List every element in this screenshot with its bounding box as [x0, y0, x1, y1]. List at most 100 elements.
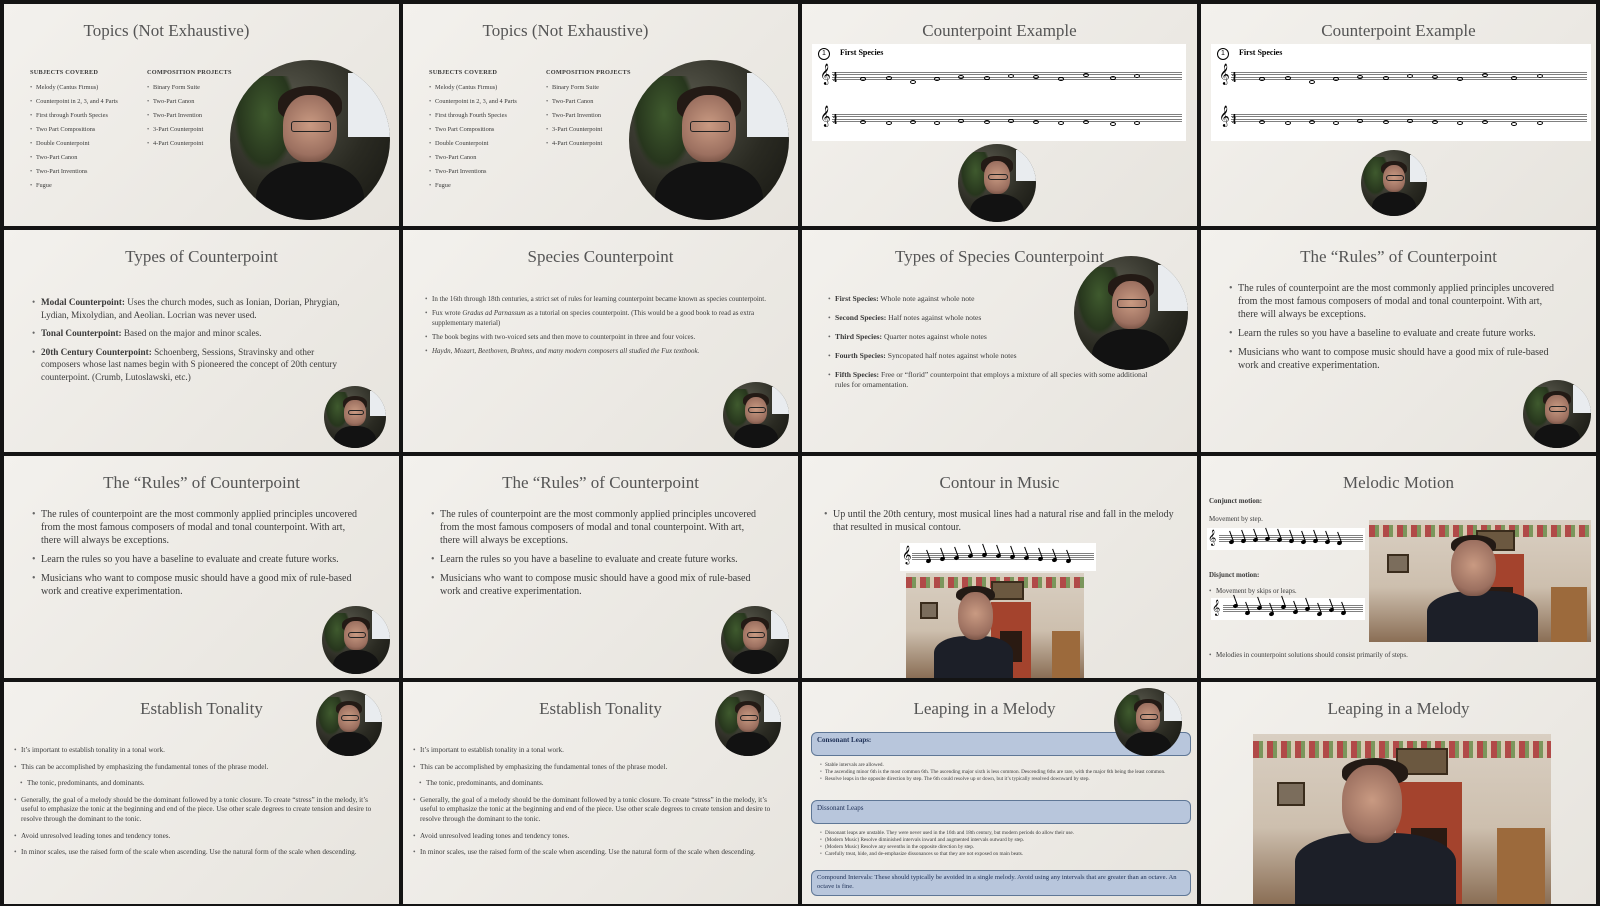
list-item: Haydn, Mozart, Beethoven, Brahms, and ma… [425, 346, 773, 356]
time-signature-icon: 44 [833, 114, 838, 126]
whole-note-icon [1083, 120, 1089, 124]
list-item: Generally, the goal of a melody should b… [14, 796, 384, 825]
list-item: The tonic, predominants, and dominants. [20, 779, 384, 789]
list-item: Stable intervals are allowed. [820, 762, 1180, 769]
bullet-list: In the 16th through 18th centuries, a st… [425, 294, 773, 360]
slide-title: The “Rules” of Counterpoint [1300, 247, 1497, 266]
webcam-circle [316, 690, 382, 756]
whole-note-icon [1457, 77, 1463, 81]
list-item: The ascending minor 6th is the most comm… [820, 769, 1180, 776]
webcam-circle [629, 60, 789, 220]
whole-note-icon [984, 120, 990, 124]
list-item: Generally, the goal of a melody should b… [413, 796, 783, 825]
whole-note-icon [934, 121, 940, 125]
webcam-circle [1074, 256, 1188, 370]
slide-counterpoint-example-1[interactable]: Counterpoint Example 1 First Species 𝄞 4… [802, 4, 1197, 226]
list-item: In minor scales, use the raised form of … [14, 848, 384, 858]
whole-note-icon [1058, 121, 1064, 125]
whole-note-icon [1033, 120, 1039, 124]
slide-title: Contour in Music [939, 473, 1060, 492]
quarter-note-icon [1340, 610, 1347, 616]
definition: Half notes against whole notes [886, 313, 982, 322]
consonant-heading: Consonant Leaps: [817, 736, 872, 744]
subjects-column: SUBJECTS COVERED Melody (Cantus Firmus) … [30, 68, 140, 195]
slide-establish-tonality-2[interactable]: Establish Tonality It’s important to est… [403, 682, 798, 904]
list-item: Counterpoint in 2, 3, and 4 Parts [30, 97, 140, 106]
quarter-note-icon [1324, 539, 1331, 545]
slide-contour[interactable]: Contour in Music Up until the 20th centu… [802, 456, 1197, 678]
term: First Species: [835, 294, 879, 303]
list-item: Fugue [30, 181, 140, 190]
whole-note-icon [1333, 121, 1339, 125]
list-item: Modal Counterpoint: Uses the church mode… [32, 296, 350, 321]
list-item: Two-Part Canon [30, 153, 140, 162]
treble-clef-icon: 𝄞 [820, 64, 831, 85]
slide-topics-1[interactable]: Topics (Not Exhaustive) SUBJECTS COVERED… [4, 4, 399, 226]
list-item: Two Part Compositions [429, 125, 539, 134]
quarter-note-icon [1228, 539, 1235, 545]
whole-note-icon [1259, 77, 1265, 81]
whole-note-icon [1008, 74, 1014, 78]
slide-title: Types of Counterpoint [125, 247, 278, 266]
whole-note-icon [1033, 75, 1039, 79]
slide-establish-tonality-1[interactable]: Establish Tonality It’s important to est… [4, 682, 399, 904]
quarter-note-icon [1244, 610, 1251, 616]
slide-types-of-counterpoint[interactable]: Types of Counterpoint Modal Counterpoint… [4, 230, 399, 452]
whole-note-icon [886, 76, 892, 80]
treble-clef-icon: 𝄞 [820, 106, 831, 127]
quarter-note-icon [1300, 539, 1307, 545]
score-first-species: 1 First Species 𝄞 44 𝄞 44 [1211, 44, 1591, 141]
whole-note-icon [1457, 121, 1463, 125]
slide-rules-3[interactable]: The “Rules” of Counterpoint The rules of… [403, 456, 798, 678]
list-item: First through Fourth Species [30, 111, 140, 120]
whole-note-icon [1333, 77, 1339, 81]
term: Second Species: [835, 313, 887, 322]
list-item: Up until the 20th century, most musical … [824, 508, 1184, 534]
list-item: In the 16th through 18th centuries, a st… [425, 294, 773, 304]
slide-leaping-2[interactable]: Leaping in a Melody [1201, 682, 1596, 904]
species-label: First Species [840, 48, 884, 57]
whole-note-icon [934, 77, 940, 81]
quarter-note-icon [1336, 540, 1343, 546]
slide-title: Melodic Motion [1343, 473, 1454, 492]
slide-types-of-species[interactable]: Types of Species Counterpoint First Spec… [802, 230, 1197, 452]
list-item: The book begins with two-voiced sets and… [425, 332, 773, 342]
slide-melodic-motion[interactable]: Melodic Motion Conjunct motion: Movement… [1201, 456, 1596, 678]
whole-note-icon [1357, 75, 1363, 79]
slide-counterpoint-example-2[interactable]: Counterpoint Example 1 First Species 𝄞 4… [1201, 4, 1596, 226]
list-item: (Modern Music) Resolve any sevenths in t… [820, 844, 1180, 851]
list-item: Binary Form Suite [147, 83, 247, 92]
slide-leaping-1[interactable]: Leaping in a Melody Consonant Leaps: Sta… [802, 682, 1197, 904]
projects-heading: COMPOSITION PROJECTS [546, 69, 631, 76]
slide-rules-2[interactable]: The “Rules” of Counterpoint The rules of… [4, 456, 399, 678]
definition: Syncopated half notes against whole note… [885, 351, 1017, 360]
whole-note-icon [1537, 74, 1543, 78]
list-item: Melodies in counterpoint solutions shoul… [1209, 650, 1579, 660]
slide-species-counterpoint[interactable]: Species Counterpoint In the 16th through… [403, 230, 798, 452]
list-item: Double Counterpoint [30, 139, 140, 148]
webcam-video [1253, 734, 1551, 904]
staff-upper [832, 72, 1182, 82]
list-item: Learn the rules so you have a baseline t… [431, 553, 761, 566]
disjunct-heading: Disjunct motion: [1209, 571, 1260, 579]
score-first-species: 1 First Species 𝄞 44 𝄞 44 [812, 44, 1186, 141]
quarter-note-icon [1292, 609, 1299, 615]
melody-contour-staff: 𝄞 [900, 543, 1096, 571]
list-item: Counterpoint in 2, 3, and 4 Parts [429, 97, 539, 106]
list-item: The rules of counterpoint are the most c… [32, 508, 362, 547]
list-item: This can be accomplished by emphasizing … [413, 763, 783, 773]
list-item: Fugue [429, 181, 539, 190]
conjunct-heading: Conjunct motion: [1209, 497, 1263, 505]
slide-rules-1[interactable]: The “Rules” of Counterpoint The rules of… [1201, 230, 1596, 452]
whole-note-icon [1383, 120, 1389, 124]
slide-topics-2[interactable]: Topics (Not Exhaustive) SUBJECTS COVERED… [403, 4, 798, 226]
whole-note-icon [1432, 120, 1438, 124]
slide-title: The “Rules” of Counterpoint [502, 473, 699, 492]
treble-clef-icon: 𝄞 [1219, 64, 1230, 85]
bullet-list: It’s important to establish tonality in … [413, 746, 783, 862]
list-item: In minor scales, use the raised form of … [413, 848, 783, 858]
bullet-list: The rules of counterpoint are the most c… [32, 508, 362, 604]
species-number: 1 [818, 48, 830, 60]
list-item: Two-Part Canon [429, 153, 539, 162]
list-item: Two-Part Inventions [429, 167, 539, 176]
